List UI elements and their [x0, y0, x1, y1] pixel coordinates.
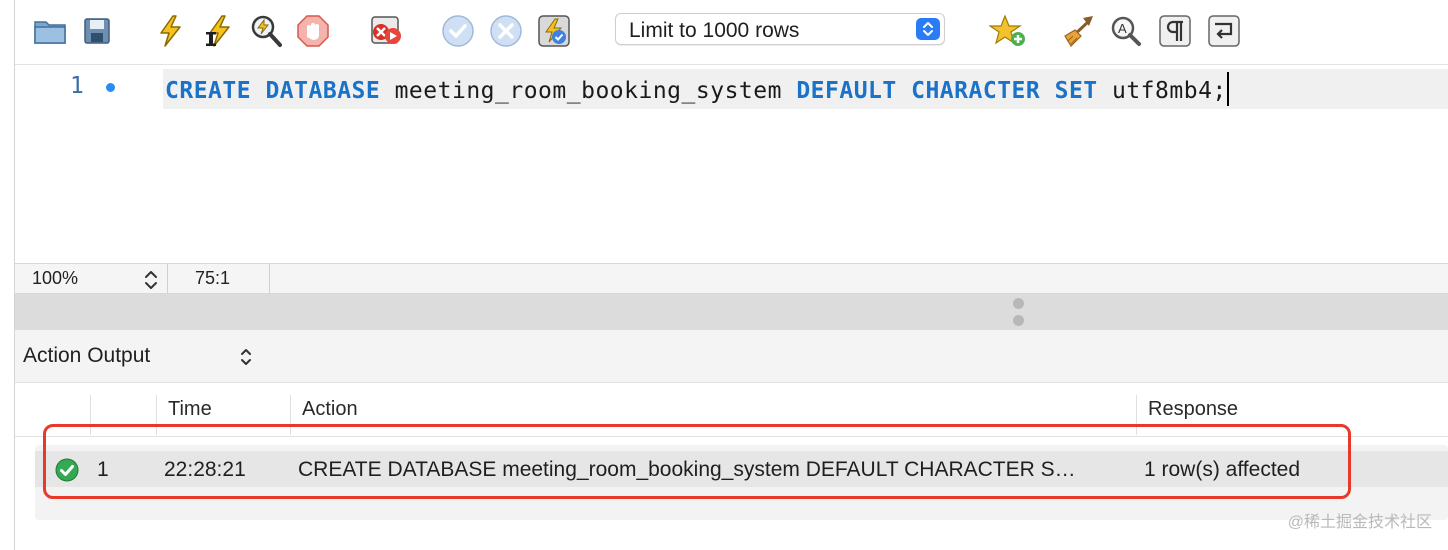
autocommit-icon[interactable]	[535, 12, 573, 50]
sql-editor[interactable]: 1 CREATE DATABASE meeting_room_booking_s…	[15, 65, 1448, 263]
code-token: meeting_room_booking_system	[380, 78, 797, 104]
invisible-chars-icon[interactable]	[1156, 12, 1194, 50]
add-snippet-icon[interactable]	[989, 12, 1027, 50]
chevron-up-down-icon[interactable]	[240, 348, 252, 371]
code-token: DEFAULT	[796, 78, 897, 104]
execute-icon[interactable]	[151, 12, 189, 50]
svg-text:A: A	[1118, 21, 1127, 36]
code-token: utf8mb4;	[1097, 78, 1227, 104]
statement-marker-icon	[106, 83, 115, 92]
splitter-grip-icon	[1013, 298, 1024, 309]
status-divider	[269, 264, 270, 293]
watermark: @稀土掘金技术社区	[1287, 514, 1432, 531]
explain-icon[interactable]	[247, 12, 285, 50]
code-token: DATABASE	[265, 78, 381, 104]
status-divider	[167, 264, 168, 293]
code-token: SET	[1054, 78, 1098, 104]
wrap-lines-icon[interactable]	[1205, 12, 1243, 50]
editor-status-bar: 100% 75:1	[15, 263, 1448, 294]
column-header-response[interactable]: Response	[1148, 398, 1238, 421]
column-header-time[interactable]: Time	[168, 398, 212, 421]
splitter-grip-icon	[1013, 315, 1024, 326]
commit-icon[interactable]	[439, 12, 477, 50]
code-token: CHARACTER	[911, 78, 1041, 104]
find-icon[interactable]: A	[1107, 12, 1145, 50]
column-header-action[interactable]: Action	[302, 398, 358, 421]
cursor-position: 75:1	[195, 268, 231, 288]
output-type-select[interactable]: Action Output	[23, 344, 150, 368]
output-panel-header: Action Output	[15, 330, 1448, 383]
zoom-stepper-icon[interactable]	[144, 269, 158, 296]
row-limit-label: Limit to 1000 rows	[629, 19, 800, 42]
sql-editor-toolbar: Limit to 1000 rows A	[15, 0, 1448, 65]
text-caret	[1226, 72, 1229, 106]
stop-icon[interactable]	[294, 12, 332, 50]
execute-current-icon[interactable]	[199, 12, 237, 50]
annotation-highlight-box	[43, 424, 1351, 499]
code-token: CREATE	[165, 78, 252, 104]
toggle-error-stop-icon[interactable]	[367, 12, 405, 50]
save-icon[interactable]	[78, 12, 116, 50]
beautify-icon[interactable]	[1060, 12, 1098, 50]
line-number: 1	[70, 73, 84, 99]
rollback-icon[interactable]	[487, 12, 525, 50]
chevron-up-down-icon	[916, 18, 940, 40]
row-limit-select[interactable]: Limit to 1000 rows	[615, 13, 945, 45]
sql-statement[interactable]: CREATE DATABASE meeting_room_booking_sys…	[165, 72, 1229, 106]
panel-splitter[interactable]	[15, 294, 1448, 330]
zoom-level[interactable]: 100%	[32, 268, 78, 289]
open-folder-icon[interactable]	[31, 12, 69, 50]
